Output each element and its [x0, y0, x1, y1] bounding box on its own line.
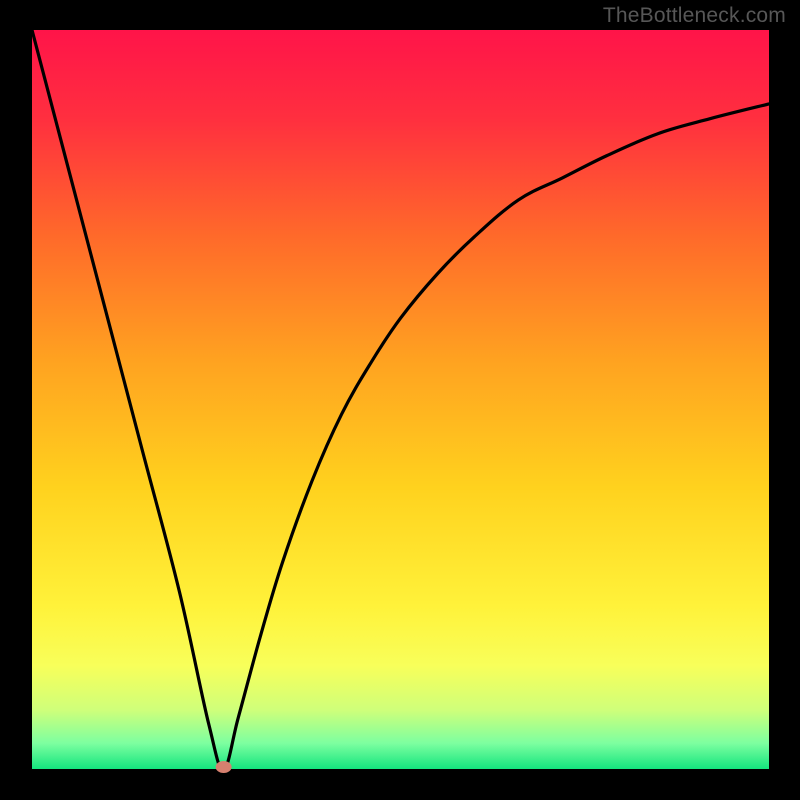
bottleneck-curve-chart	[0, 0, 800, 800]
watermark-text: TheBottleneck.com	[603, 4, 786, 28]
plot-area	[32, 30, 769, 769]
chart-frame: TheBottleneck.com	[0, 0, 800, 800]
optimal-point-marker	[216, 761, 232, 773]
